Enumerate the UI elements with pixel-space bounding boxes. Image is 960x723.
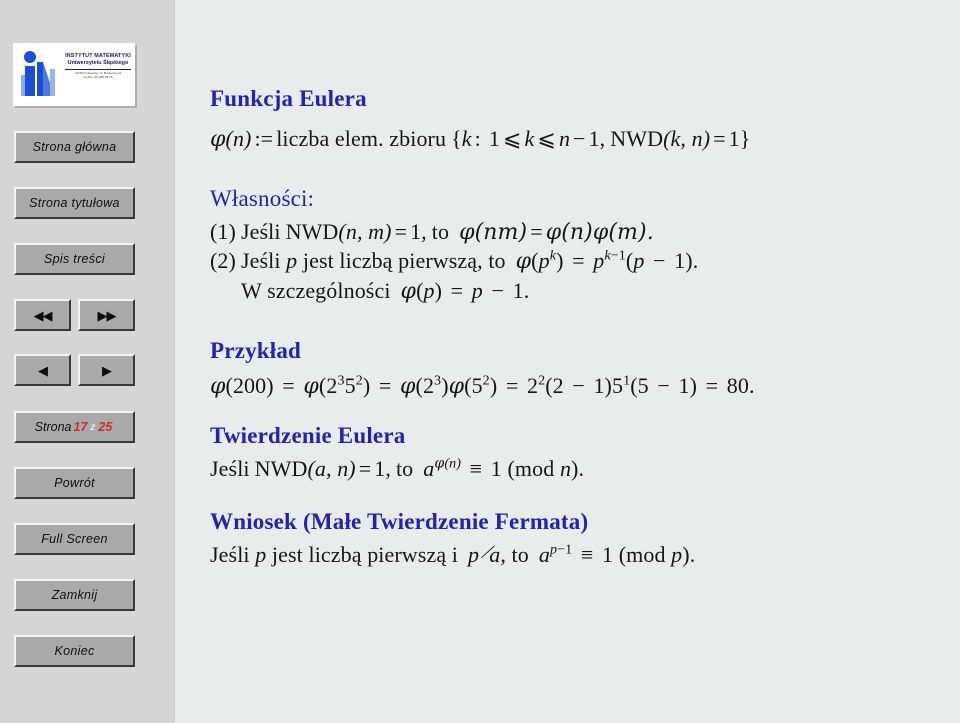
logo-divider [65,68,131,70]
euler-congruence: aφ(n) ≡ 1 (mod n). [423,455,585,481]
button-end-label: Koniec [54,644,95,658]
le-sign-2: ⩽ [537,126,556,151]
button-title-page[interactable]: Strona tytułowa [14,187,135,219]
property-1-line: (1) Jeśli NWD(n, m) = 1, to φ(nm) = φ(n)φ(m). [210,219,654,245]
property-1-nwd: NWD [285,219,339,244]
definition-colon: : [474,126,481,151]
sidebar: INSTYTUT MATEMATYKI Uniwersytetu Śląskie… [0,0,175,723]
slide-content: Funkcja Eulera φ(n):= liczba elem. zbioru… [175,0,960,723]
button-contents-label: Spis treści [44,252,105,266]
button-back-label: Powrót [54,476,95,490]
fermat-corollary-heading: Wniosek (Małe Twierdzenie Fermata) [210,509,589,534]
property-1-args: (n, m) [338,219,392,244]
phi-symbol: φ [210,127,226,152]
fermat-nondivide: p ⁄|a, to [468,538,529,567]
logo-text-block: INSTYTUT MATEMATYKI Uniwersytetu Śląskie… [63,53,133,79]
euler-args: (a, n) [307,456,356,481]
definition-comma: , [599,126,606,151]
upper-bound-one: 1 [588,126,600,151]
set-open-brace: { [451,126,462,151]
euler-if: Jeśli [210,456,250,481]
property-2b-result: φ(p) = p − 1. [400,278,530,304]
property-2-text: Jeśli p jest liczbą pierwszą, to [240,248,506,273]
example-heading: Przykład [210,338,302,363]
le-sign-1: ⩽ [502,126,522,151]
button-title-page-label: Strona tytułowa [29,196,120,210]
page-indicator-separator: z [90,421,96,433]
button-close-label: Zamknij [51,588,98,602]
nwd-label: NWD [610,126,664,151]
property-2b-text: W szczególności [241,278,391,303]
left-arrow-icon: ◀ [38,362,48,378]
button-fullscreen[interactable]: Full Screen [14,523,135,555]
right-arrow-icon: ▶ [102,362,112,378]
property-1-number: (1) [210,219,236,244]
property-1-result-rhs: φ(n)φ(m). [545,220,654,245]
button-prev-page[interactable]: ◀ [14,354,71,386]
definition-arg: (n) [225,126,252,151]
property-1-if: Jeśli [240,219,281,244]
button-contents[interactable]: Spis treści [14,243,135,275]
double-right-arrow-icon: ▶▶ [97,307,117,323]
example-line: φ(200) = φ(2352) = φ(23)φ(52) = 22(2 − 1… [210,373,755,399]
property-1-result-lhs: φ(nm) [459,220,528,245]
button-first-page[interactable]: ◀◀ [14,299,71,331]
double-left-arrow-icon: ◀◀ [33,307,53,323]
slide-title: Funkcja Eulera [210,86,367,111]
nwd-args: (k, n) [663,126,711,151]
button-last-page[interactable]: ▶▶ [78,299,135,331]
button-close[interactable]: Zamknij [14,579,135,611]
euler-equals: = [358,456,372,481]
page-indicator-total: 25 [98,420,113,434]
property-1-then: to [431,219,450,244]
definition-assign: := [254,126,274,151]
properties-heading: Własności: [210,186,315,211]
logo-line1: INSTYTUT MATEMATYKI [65,53,131,59]
minus-sign: − [573,126,586,151]
euler-one: 1, [374,456,391,481]
button-home[interactable]: Strona główna [14,131,135,163]
institute-logo: INSTYTUT MATEMATYKI Uniwersytetu Śląskie… [13,43,135,106]
euler-then: to [395,456,414,481]
definition-equals: = [713,126,726,151]
property-2b-line: W szczególności φ(p) = p − 1. [241,278,529,304]
button-end[interactable]: Koniec [14,635,135,667]
euler-nwd: NWD [254,456,308,481]
logo-line2: Uniwersytetu Śląskiego [67,60,129,66]
fermat-congruence: ap−1 ≡ 1 (mod p). [538,541,696,567]
property-2-line: (2) Jeśli p jest liczbą pierwszą, to φ(pk)… [210,248,698,274]
button-home-label: Strona główna [32,140,117,154]
set-variable: k [461,126,472,151]
definition-line: φ(n):= liczba elem. zbioru {k:1 ⩽ k ⩽ n −1, NWD(… [210,126,750,152]
page-indicator-word: Strona [34,420,72,434]
button-next-page[interactable]: ▶ [78,354,135,386]
euler-theorem-heading: Twierdzenie Eulera [210,423,406,448]
set-close-brace: } [739,126,751,151]
logo-mark-icon [21,51,55,96]
bound-variable: k [524,126,535,151]
lower-bound: 1 [488,126,500,151]
page-indicator-current: 17 [73,420,88,434]
fermat-corollary-line: Jeśli p jest liczbą pierwszą i p ⁄|a, to a… [210,538,696,568]
property-2-number: (2) [210,248,236,273]
page-indicator[interactable]: Strona 17 z 25 [14,411,135,443]
euler-theorem-line: Jeśli NWD(a, n) = 1, to aφ(n) ≡ 1 (mod n). [210,456,584,482]
logo-line4: tel./fax: 32 258 29 76 [83,75,113,80]
fermat-text: Jeśli p jest liczbą pierwszą i [210,542,458,567]
upper-bound-n: n [558,126,571,151]
example-expression: φ(200) = φ(2352) = φ(23)φ(52) = 22(2 − 1… [210,372,755,399]
button-back[interactable]: Powrót [14,467,135,499]
property-2-result: φ(pk) = pk−1(p − 1). [515,247,699,274]
property-1-equals: = [394,219,408,244]
definition-rhs: 1 [728,126,740,151]
property-1-result-equals: = [530,219,543,244]
property-1-one: 1, [410,219,427,244]
definition-text: liczba elem. zbioru [276,126,447,151]
button-fullscreen-label: Full Screen [41,532,108,546]
